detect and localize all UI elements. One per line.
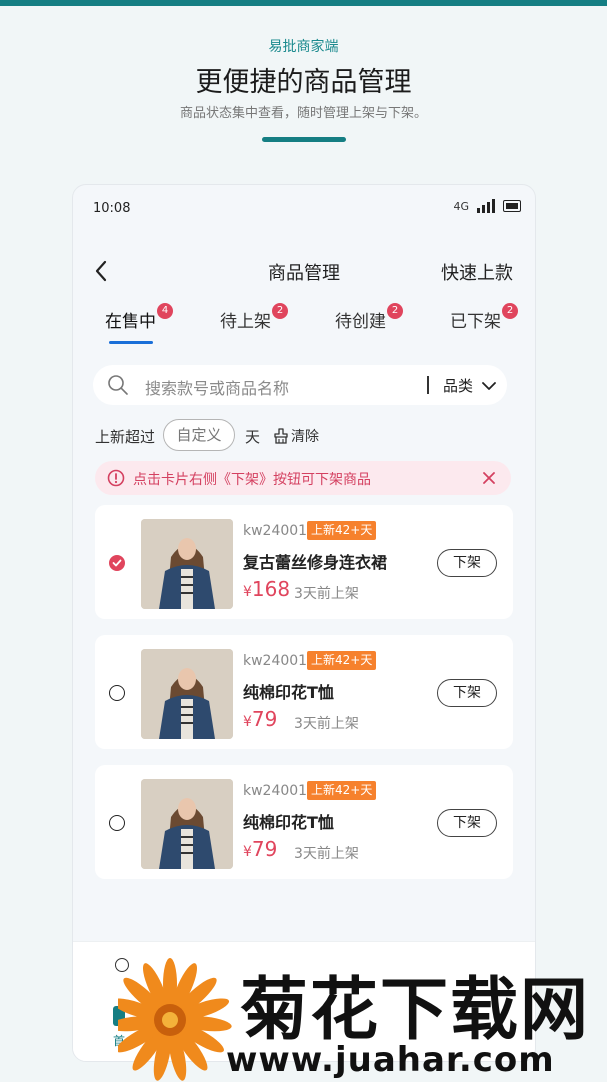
tab-badge: 4	[157, 303, 173, 319]
filter-label: 上新超过	[95, 428, 156, 446]
delist-button[interactable]: 下架	[437, 549, 497, 577]
tab-label: 已下架	[450, 312, 501, 332]
tab-on-sale[interactable]: 在售中 4	[105, 303, 173, 332]
product-card[interactable]: kw24001 上新42+天 纯棉印花T恤 ¥79 3天前上架 下架	[95, 635, 513, 749]
product-price: ¥168	[243, 577, 290, 601]
listed-time: 3天前上架	[294, 846, 359, 862]
tab-label: 在售中	[105, 312, 156, 332]
delist-tip-banner: 点击卡片右侧《下架》按钮可下架商品	[95, 461, 511, 495]
tab-pending-listing[interactable]: 待上架 2	[220, 303, 288, 332]
product-code: kw24001	[243, 523, 308, 539]
search-icon	[108, 375, 128, 395]
category-dropdown[interactable]: 品类	[443, 375, 496, 396]
select-checkbox[interactable]	[109, 685, 125, 701]
battery-icon	[503, 200, 521, 212]
custom-days-button[interactable]: 自定义	[163, 419, 235, 451]
filter-unit: 天	[245, 428, 261, 446]
close-icon[interactable]	[483, 472, 495, 484]
phone-frame: 10:08 4G 商品管理 快速上款 在售中 4 待上架 2 待创建 2 已下架…	[72, 184, 536, 1062]
category-label: 品类	[443, 377, 474, 395]
product-image	[141, 519, 233, 609]
price-value: 79	[251, 837, 278, 861]
search-input[interactable]: 搜索款号或商品名称	[145, 375, 289, 399]
listed-time: 3天前上架	[294, 586, 359, 602]
tab-badge: 2	[272, 303, 288, 319]
promo-headline: 更便捷的商品管理	[195, 67, 412, 98]
new-listing-tag: 上新42+天	[307, 521, 377, 540]
tab-label: 待创建	[335, 312, 386, 332]
price-value: 168	[251, 577, 291, 601]
top-accent-bar	[0, 0, 607, 6]
watermark-url: www.juahar.com	[226, 1040, 555, 1080]
tab-badge: 2	[387, 303, 403, 319]
product-code: kw24001	[243, 783, 308, 799]
chevron-down-icon	[481, 382, 496, 390]
info-icon	[107, 469, 125, 487]
new-listing-tag: 上新42+天	[307, 651, 377, 670]
broom-icon	[274, 428, 288, 444]
product-name: 纯棉印花T恤	[243, 813, 334, 832]
tab-pending-creation[interactable]: 待创建 2	[335, 303, 403, 332]
tip-text: 点击卡片右侧《下架》按钮可下架商品	[133, 472, 371, 488]
currency-symbol: ¥	[243, 844, 252, 860]
status-time: 10:08	[93, 201, 131, 216]
promo-subtext: 商品状态集中查看，随时管理上架与下架。	[179, 106, 427, 121]
new-listing-tag: 上新42+天	[307, 781, 377, 800]
product-name: 纯棉印花T恤	[243, 683, 334, 702]
product-price: ¥79	[243, 707, 277, 731]
select-checkbox[interactable]	[109, 815, 125, 831]
currency-symbol: ¥	[243, 584, 252, 600]
product-name: 复古蕾丝修身连衣裙	[243, 553, 388, 572]
delist-button[interactable]: 下架	[437, 679, 497, 707]
brand-name: 易批商家端	[268, 39, 339, 55]
product-image	[141, 649, 233, 739]
tab-badge: 2	[502, 303, 518, 319]
network-label: 4G	[453, 199, 469, 213]
search-divider	[427, 376, 429, 394]
status-indicators: 4G	[453, 199, 521, 213]
select-checkbox[interactable]	[109, 555, 125, 571]
watermark-text: 菊花下载网	[240, 971, 591, 1050]
product-image	[141, 779, 233, 869]
clear-label: 清除	[291, 429, 319, 445]
listing-age-filter: 上新超过 自定义 天 清除	[95, 419, 515, 451]
product-card[interactable]: kw24001 上新42+天 纯棉印花T恤 ¥79 3天前上架 下架	[95, 765, 513, 879]
signal-icon	[477, 199, 495, 213]
tab-delisted[interactable]: 已下架 2	[450, 303, 518, 332]
headline-underline	[262, 137, 346, 142]
check-icon	[112, 559, 122, 567]
currency-symbol: ¥	[243, 714, 252, 730]
search-bar[interactable]: 搜索款号或商品名称 品类	[93, 365, 507, 405]
quick-listing-button[interactable]: 快速上款	[441, 259, 513, 285]
delist-button[interactable]: 下架	[437, 809, 497, 837]
active-tab-indicator	[109, 341, 153, 344]
product-card[interactable]: kw24001 上新42+天 复古蕾丝修身连衣裙 ¥168 3天前上架 下架	[95, 505, 513, 619]
listed-time: 3天前上架	[294, 716, 359, 732]
product-code: kw24001	[243, 653, 308, 669]
price-value: 79	[251, 707, 278, 731]
clear-filter-button[interactable]: 清除	[273, 426, 319, 446]
product-price: ¥79	[243, 837, 277, 861]
tab-label: 待上架	[220, 312, 271, 332]
